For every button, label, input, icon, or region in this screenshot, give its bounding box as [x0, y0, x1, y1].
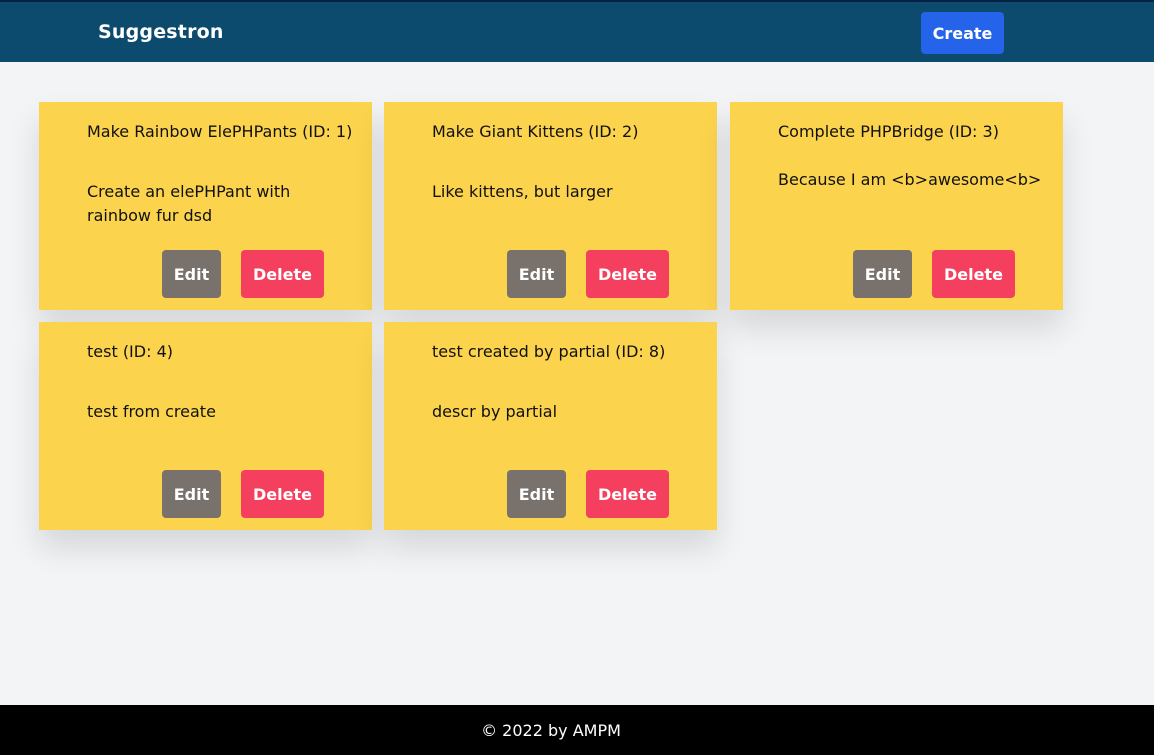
footer: © 2022 by AMPM: [0, 705, 1154, 755]
delete-button[interactable]: Delete: [586, 470, 669, 518]
delete-button[interactable]: Delete: [932, 250, 1015, 298]
edit-button[interactable]: Edit: [162, 470, 221, 518]
delete-button[interactable]: Delete: [586, 250, 669, 298]
create-button[interactable]: Create: [921, 12, 1004, 54]
card-description: Like kittens, but larger: [432, 182, 613, 201]
suggestion-card: test created by partial (ID: 8) descr by…: [384, 322, 717, 530]
suggestion-card: Complete PHPBridge (ID: 3) Because I am …: [730, 102, 1063, 310]
delete-button[interactable]: Delete: [241, 470, 324, 518]
suggestion-grid: Make Rainbow ElePHPants (ID: 1) Create a…: [0, 62, 1154, 705]
card-title: test created by partial (ID: 8): [432, 342, 666, 361]
card-title: test (ID: 4): [87, 342, 173, 361]
card-description: test from create: [87, 402, 216, 421]
brand-title[interactable]: Suggestron: [98, 21, 224, 43]
edit-button[interactable]: Edit: [507, 470, 566, 518]
top-navbar: Suggestron Create: [0, 0, 1154, 62]
edit-button[interactable]: Edit: [507, 250, 566, 298]
delete-button[interactable]: Delete: [241, 250, 324, 298]
card-title: Make Giant Kittens (ID: 2): [432, 122, 639, 141]
card-description: Create an elePHPant with rainbow fur dsd: [87, 182, 291, 225]
card-description: descr by partial: [432, 402, 558, 421]
card-title: Make Rainbow ElePHPants (ID: 1): [87, 122, 353, 141]
edit-button[interactable]: Edit: [162, 250, 221, 298]
page: Suggestron Create Make Rainbow ElePHPant…: [0, 0, 1154, 755]
suggestion-card: test (ID: 4) test from create Edit Delet…: [39, 322, 372, 530]
card-description: Because I am <b>awesome<b>: [778, 170, 1042, 189]
edit-button[interactable]: Edit: [853, 250, 912, 298]
suggestion-card: Make Giant Kittens (ID: 2) Like kittens,…: [384, 102, 717, 310]
suggestion-card: Make Rainbow ElePHPants (ID: 1) Create a…: [39, 102, 372, 310]
footer-copyright: © 2022 by AMPM: [481, 721, 621, 740]
card-title: Complete PHPBridge (ID: 3): [778, 122, 999, 141]
